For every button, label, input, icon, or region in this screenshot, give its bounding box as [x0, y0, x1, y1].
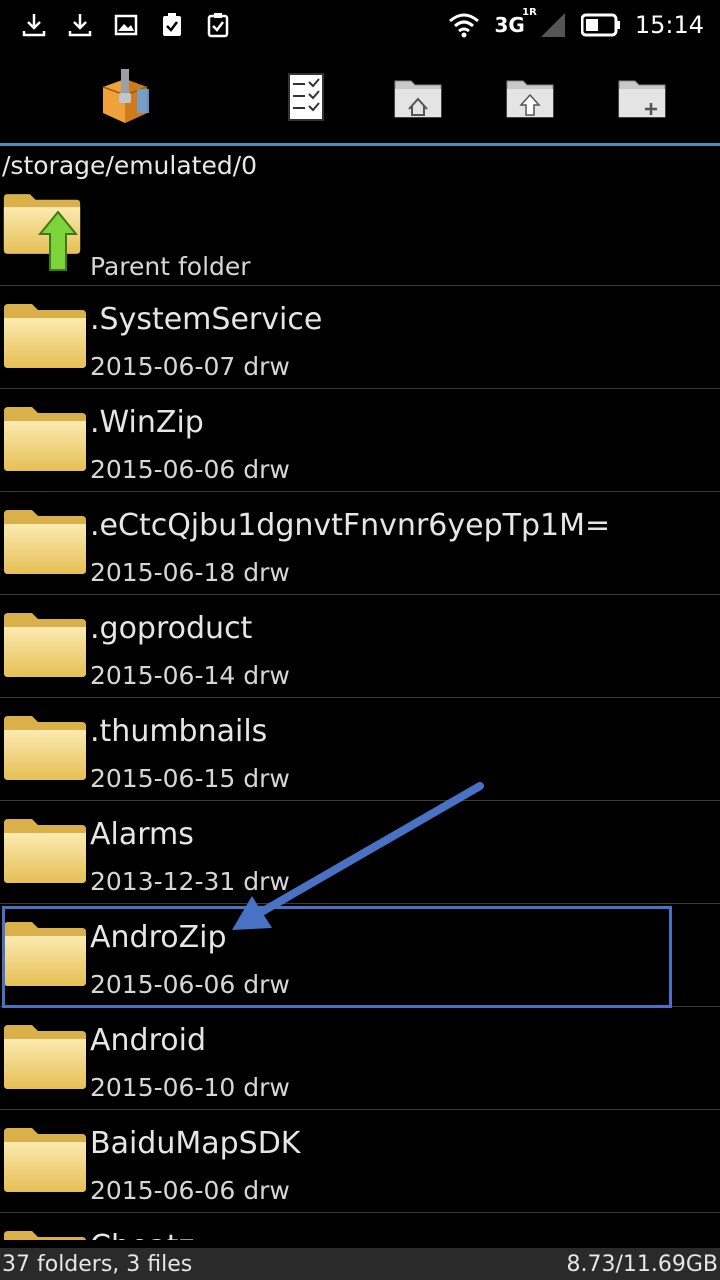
wifi-icon [449, 13, 480, 38]
download-icon [22, 14, 46, 37]
app-button[interactable] [0, 50, 250, 144]
select-list-button[interactable] [250, 50, 362, 144]
folder-icon [2, 300, 88, 370]
folder-meta: 2013-12-31 drw [90, 867, 290, 896]
up-folder-button[interactable] [474, 50, 586, 144]
network-type: 3G 1R [494, 7, 537, 37]
folder-name: .WinZip [90, 405, 204, 440]
folder-name: AndroZip [90, 920, 227, 955]
folder-name: .goproduct [90, 611, 253, 646]
folder-meta: 2015-06-10 drw [90, 1073, 290, 1102]
folder-icon [2, 1227, 88, 1240]
storage-usage: 8.73/11.69GB [566, 1251, 718, 1277]
new-folder-button[interactable] [586, 50, 698, 144]
system-status: 3G 1R 15:14 [448, 7, 704, 39]
folder-meta: 2015-06-06 drw [90, 455, 290, 484]
folder-row[interactable]: .goproduct 2015-06-14 drw [0, 595, 720, 698]
folder-row-androzip[interactable]: AndroZip 2015-06-06 drw [0, 904, 720, 1007]
folder-icon [2, 506, 88, 576]
folder-row[interactable]: Android 2015-06-10 drw [0, 1007, 720, 1110]
current-path: /storage/emulated/0 [2, 151, 258, 180]
home-folder-button[interactable] [362, 50, 474, 144]
battery-icon [580, 13, 620, 37]
notification-icons [20, 11, 232, 39]
toolbar [0, 50, 720, 144]
folder-meta: 2015-06-18 drw [90, 558, 290, 587]
folder-meta: 2015-06-14 drw [90, 661, 290, 690]
folder-name: Alarms [90, 817, 194, 852]
clock: 15:14 [634, 11, 704, 39]
androzip-app-icon [102, 69, 149, 123]
folder-meta: 2015-06-15 drw [90, 764, 290, 793]
folder-icon [2, 712, 88, 782]
folder-meta: 2015-06-06 drw [90, 1176, 290, 1205]
folder-row[interactable]: Cheatz [0, 1213, 720, 1240]
folder-name: Cheatz [90, 1229, 194, 1240]
folder-icon [2, 1124, 88, 1194]
folder-name: .thumbnails [90, 714, 268, 749]
folder-row[interactable]: Alarms 2013-12-31 drw [0, 801, 720, 904]
folder-row[interactable]: .thumbnails 2015-06-15 drw [0, 698, 720, 801]
folder-icon [2, 1021, 88, 1091]
folder-icon [2, 815, 88, 885]
item-counts: 37 folders, 3 files [2, 1251, 193, 1277]
folder-row[interactable]: .eCtcQjbu1dgnvtFnvnr6yepTp1M= 2015-06-18… [0, 492, 720, 595]
folder-row[interactable]: BaiduMapSDK 2015-06-06 drw [0, 1110, 720, 1213]
new-folder-icon [618, 80, 666, 118]
file-list: Parent folder .SystemService 2015-06-07 … [0, 186, 720, 1240]
home-folder-icon [394, 80, 442, 118]
clipboard-check-icon [163, 13, 181, 36]
folder-meta: 2015-06-06 drw [90, 970, 290, 999]
signal-icon [540, 13, 565, 37]
folder-meta: 2015-06-07 drw [90, 352, 290, 381]
clipboard-check-icon [207, 13, 229, 38]
up-folder-icon [506, 80, 554, 118]
download-icon [68, 14, 92, 37]
folder-row[interactable]: .WinZip 2015-06-06 drw [0, 389, 720, 492]
parent-folder-icon [3, 194, 81, 271]
folder-name: Android [90, 1023, 206, 1058]
folder-icon [2, 609, 88, 679]
folder-row[interactable]: .SystemService 2015-06-07 drw [0, 286, 720, 389]
folder-icon [2, 403, 88, 473]
folder-icon [2, 918, 88, 988]
image-icon [114, 14, 138, 36]
folder-name: .SystemService [90, 302, 323, 337]
select-list-icon [288, 73, 324, 121]
parent-folder-label: Parent folder [90, 252, 251, 281]
parent-folder-row[interactable]: Parent folder [0, 186, 720, 286]
folder-name: .eCtcQjbu1dgnvtFnvnr6yepTp1M= [90, 508, 611, 543]
storage-footer: 37 folders, 3 files 8.73/11.69GB [0, 1248, 720, 1280]
folder-name: BaiduMapSDK [90, 1126, 301, 1161]
status-bar: 3G 1R 15:14 [0, 0, 720, 50]
